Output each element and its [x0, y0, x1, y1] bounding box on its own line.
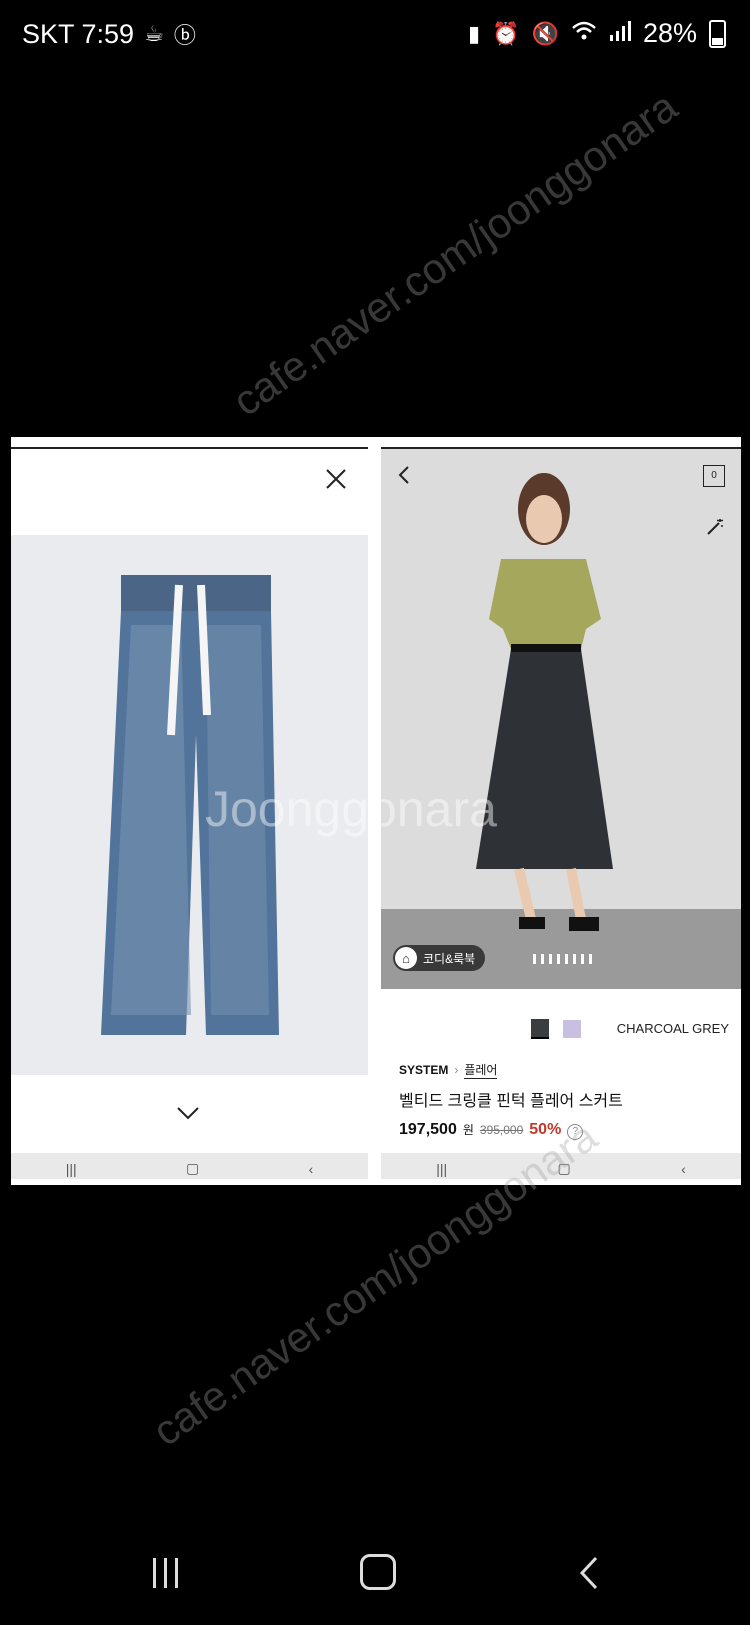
- b-app-icon: ⓑ: [173, 23, 196, 48]
- recent-apps-button[interactable]: [153, 1558, 178, 1588]
- swatch-charcoal[interactable]: [531, 1019, 549, 1039]
- shopping-bag-button[interactable]: 0: [703, 465, 725, 487]
- watermark-logo: Joonggonara: [205, 781, 497, 837]
- close-icon[interactable]: [322, 465, 350, 493]
- image-pager-dots: [533, 954, 592, 964]
- product-name: 벨티드 크링클 핀턱 플레어 스커트: [399, 1093, 623, 1110]
- brand-breadcrumb: SYSTEM › 플레어: [399, 1061, 498, 1079]
- battery-saver-icon: ▮: [468, 20, 481, 46]
- recent-apps-icon: |||: [65, 1161, 77, 1177]
- swatch-lavender[interactable]: [563, 1020, 581, 1038]
- alarm-icon: ⏰: [492, 20, 520, 46]
- brand-link[interactable]: SYSTEM: [399, 1063, 448, 1077]
- recent-apps-icon: |||: [436, 1161, 448, 1177]
- model-illustration: [476, 473, 613, 931]
- color-name: CHARCOAL GREY: [616, 1021, 729, 1036]
- coordi-lookbook-button[interactable]: ⌂ 코디&룩북: [393, 945, 486, 971]
- hanger-icon: ⌂: [395, 947, 417, 969]
- carrier-time: SKT 7:59: [22, 18, 135, 49]
- watermark: cafe.naver.com/joonggonara: [224, 82, 686, 425]
- original-price: 395,000: [479, 1123, 524, 1137]
- system-nav-bar: [0, 1520, 750, 1625]
- color-swatches: [531, 1019, 581, 1039]
- model-photo: 0 ⌂ 코디&룩북: [381, 449, 741, 989]
- wifi-icon: [571, 20, 597, 48]
- back-arrow-icon[interactable]: [397, 465, 411, 485]
- coffee-icon: ☕: [144, 21, 164, 46]
- back-button[interactable]: [578, 1556, 600, 1590]
- chevron-down-icon[interactable]: [175, 1105, 201, 1121]
- mute-icon: 🔇: [531, 20, 559, 46]
- battery-icon: [709, 19, 726, 48]
- back-icon: ‹: [308, 1161, 314, 1177]
- mini-nav-bar: ||| ▢ ‹: [11, 1153, 368, 1179]
- signal-icon: [609, 20, 631, 48]
- magic-wand-icon[interactable]: [705, 517, 725, 537]
- home-icon: ▢: [186, 1160, 200, 1176]
- sale-price: 197,500: [399, 1121, 457, 1138]
- home-button[interactable]: [360, 1554, 396, 1590]
- breadcrumb-chevron-icon: ›: [454, 1063, 459, 1077]
- battery-percent: 28%: [642, 18, 697, 48]
- currency-unit: 원: [462, 1123, 474, 1137]
- back-icon: ‹: [681, 1161, 686, 1177]
- category-link[interactable]: 플레어: [464, 1061, 498, 1079]
- coordi-label: 코디&룩북: [423, 951, 476, 966]
- status-bar: SKT 7:59 ☕ ⓑ ▮ ⏰ 🔇 28%: [0, 0, 750, 70]
